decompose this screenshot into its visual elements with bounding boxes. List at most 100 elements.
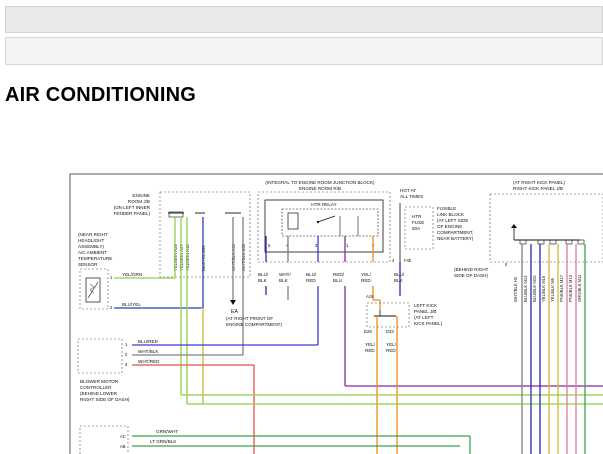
svg-text:D29: D29 — [364, 329, 372, 334]
svg-text:FENDER PANEL): FENDER PANEL) — [114, 211, 151, 216]
right-kick-jb: (AT RIGHT KICK PANEL) RIGHT KICK PANEL J… — [454, 180, 603, 278]
svg-text:WHT/: WHT/ — [279, 272, 291, 277]
svg-text:GRN/BLK M11: GRN/BLK M11 — [577, 274, 582, 302]
svg-text:PNK/BLK M17: PNK/BLK M17 — [559, 274, 564, 302]
svg-text:BLK: BLK — [279, 278, 289, 283]
blower-motor-controller: 1 2 3 BLU/RED WHT/BLK WHT/RED BLOWER MOT… — [77, 338, 318, 454]
svg-text:(AT LEFT SIDE: (AT LEFT SIDE — [437, 218, 468, 223]
svg-text:50A: 50A — [412, 226, 421, 231]
svg-text:ENGINE: ENGINE — [132, 193, 150, 198]
svg-text:TEMPERATURE: TEMPERATURE — [78, 256, 112, 261]
svg-text:D33: D33 — [386, 329, 394, 334]
svg-text:BLU/BLK M14: BLU/BLK M14 — [523, 275, 528, 302]
svg-text:HEADLIGHT: HEADLIGHT — [78, 238, 104, 243]
svg-text:BLU/RED: BLU/RED — [138, 339, 159, 344]
diagram-frame — [69, 173, 603, 454]
svg-text:3: 3 — [125, 362, 128, 367]
svg-text:YEL/: YEL/ — [361, 272, 372, 277]
svg-text:LT GRN/BLK: LT GRN/BLK — [150, 439, 177, 444]
left-kick-jb: A19 D29 D33 LEFT KICK PANEL J/B (AT LEFT… — [364, 294, 443, 454]
svg-text:ASSEMBLY): ASSEMBLY) — [78, 244, 104, 249]
svg-text:BLU/: BLU/ — [258, 272, 269, 277]
ground-ea: EA (AT RIGHT FRONT OF ENGINE COMPARTMENT… — [226, 300, 282, 327]
svg-text:LEFT KICK: LEFT KICK — [414, 303, 438, 308]
sensor-wires: YEL/GRN BLU/YEL — [114, 272, 202, 309]
bottom-connector: AC AB GRN/WHT LT GRN/BLK — [79, 425, 471, 454]
svg-text:WHT/RED: WHT/RED — [138, 359, 160, 364]
svg-text:HTR: HTR — [412, 214, 422, 219]
svg-text:WHT/BLK H2: WHT/BLK H2 — [513, 276, 518, 302]
svg-text:RED: RED — [365, 348, 375, 353]
svg-text:CONTROLLER: CONTROLLER — [80, 385, 112, 390]
svg-text:1: 1 — [110, 275, 113, 280]
svg-text:RED: RED — [386, 348, 396, 353]
svg-text:SIDE OF DASH): SIDE OF DASH) — [454, 273, 488, 278]
svg-text:BLU/: BLU/ — [394, 272, 405, 277]
svg-text:ENGINE COMPARTMENT): ENGINE COMPARTMENT) — [226, 322, 282, 327]
svg-text:(AT RIGHT FRONT OF: (AT RIGHT FRONT OF — [226, 316, 273, 321]
svg-text:EA: EA — [231, 309, 238, 315]
htr-fuse: HOT AT ALL TIMES HTR FUSE 50A 4 F4b FUSI… — [392, 188, 474, 296]
svg-text:RIGHT KICK PANEL J/B: RIGHT KICK PANEL J/B — [513, 186, 563, 191]
svg-text:(ON LEFT INNER: (ON LEFT INNER — [114, 205, 151, 210]
svg-text:YEL/GRN: YEL/GRN — [122, 272, 142, 277]
svg-text:GRN/WHT: GRN/WHT — [156, 429, 178, 434]
wiring-diagram: ENGINE ROOM J/B (ON LEFT INNER FENDER PA… — [69, 173, 603, 454]
svg-text:WHT/BLK: WHT/BLK — [138, 349, 159, 354]
svg-text:PANEL J/B: PANEL J/B — [414, 309, 436, 314]
right-kick-column-labels: WHT/BLK H2 BLU/BLK M14 BLU/BLK M15 YEL/B… — [513, 274, 582, 302]
svg-text:F4b: F4b — [404, 258, 412, 263]
svg-text:YEL/BLK M16: YEL/BLK M16 — [541, 275, 546, 302]
svg-text:ALL TIMES: ALL TIMES — [400, 194, 423, 199]
svg-text:SENSOR: SENSOR — [78, 262, 98, 267]
svg-text:BLU: BLU — [333, 278, 342, 283]
svg-text:RED: RED — [306, 278, 316, 283]
svg-text:AC: AC — [120, 434, 126, 439]
svg-text:BLOWER MOTOR: BLOWER MOTOR — [80, 379, 119, 384]
svg-text:HOT AT: HOT AT — [400, 188, 416, 193]
svg-text:(INTEGRAL TO ENGINE ROOM JUNCT: (INTEGRAL TO ENGINE ROOM JUNCTION BLOCK) — [265, 180, 375, 185]
svg-text:A/C AMBIENT: A/C AMBIENT — [78, 250, 107, 255]
svg-text:AB: AB — [120, 444, 126, 449]
svg-text:YEL/BLK M6: YEL/BLK M6 — [550, 277, 555, 302]
svg-text:2: 2 — [110, 305, 113, 310]
svg-text:II: II — [505, 262, 507, 267]
svg-text:BLK: BLK — [258, 278, 268, 283]
svg-text:KICK PANEL): KICK PANEL) — [414, 321, 443, 326]
svg-text:2: 2 — [125, 352, 128, 357]
svg-text:(AT LEFT: (AT LEFT — [414, 315, 434, 320]
svg-text:1: 1 — [346, 243, 349, 248]
svg-text:LINK BLOCK: LINK BLOCK — [437, 212, 465, 217]
svg-text:1: 1 — [125, 342, 128, 347]
svg-text:(NEAR RIGHT: (NEAR RIGHT — [78, 232, 108, 237]
svg-text:RIGHT SIDE OF DASH): RIGHT SIDE OF DASH) — [80, 397, 130, 402]
svg-text:5: 5 — [268, 243, 271, 248]
ambient-temp-sensor: (NEAR RIGHT HEADLIGHT ASSEMBLY) A/C AMBI… — [78, 232, 113, 310]
relay-pins: 5 4 3 1 2 — [268, 243, 375, 248]
svg-text:BLU/: BLU/ — [306, 272, 317, 277]
svg-text:YEL/: YEL/ — [386, 342, 397, 347]
svg-text:FUSE: FUSE — [412, 220, 424, 225]
right-kick-wires — [521, 244, 586, 454]
svg-text:BLU/BLK M15: BLU/BLK M15 — [532, 275, 537, 302]
svg-text:ROOM J/B: ROOM J/B — [128, 199, 150, 204]
svg-text:RED: RED — [361, 278, 371, 283]
svg-text:4: 4 — [392, 258, 395, 263]
svg-text:COMPARTMENT,: COMPARTMENT, — [437, 230, 473, 235]
svg-text:YEL/: YEL/ — [365, 342, 376, 347]
svg-text:(AT RIGHT KICK PANEL): (AT RIGHT KICK PANEL) — [513, 180, 565, 185]
svg-text:RED/: RED/ — [333, 272, 345, 277]
svg-text:PNK/BLK M13: PNK/BLK M13 — [568, 274, 573, 302]
svg-text:(BEHIND RIGHT: (BEHIND RIGHT — [454, 267, 489, 272]
svg-text:ENGINE ROOM R/B: ENGINE ROOM R/B — [299, 186, 341, 191]
svg-text:(BEHIND LOWER: (BEHIND LOWER — [80, 391, 118, 396]
svg-text:NEAR BATTERY): NEAR BATTERY) — [437, 236, 474, 241]
svg-text:OF ENGINE: OF ENGINE — [437, 224, 462, 229]
svg-text:BLU/YEL: BLU/YEL — [122, 302, 141, 307]
svg-text:BLK: BLK — [394, 278, 404, 283]
engine-column-labels: YEL/GRN A29 YEL/GRN A27 YEL/GRN A10 BLU/… — [173, 243, 246, 271]
svg-text:HTR RELAY: HTR RELAY — [311, 202, 336, 207]
engine-room-rb: (INTEGRAL TO ENGINE ROOM JUNCTION BLOCK)… — [257, 180, 391, 263]
svg-text:A19: A19 — [366, 294, 374, 299]
svg-text:FUSIBLE: FUSIBLE — [437, 206, 456, 211]
